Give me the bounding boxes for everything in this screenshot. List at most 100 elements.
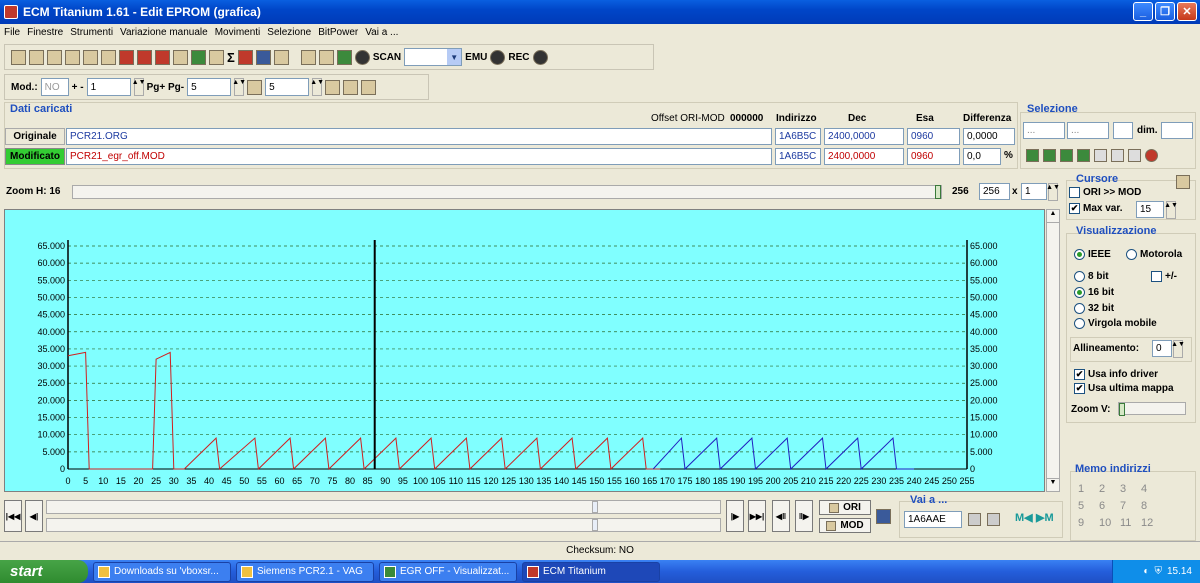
zoom-mult-spinner[interactable]: ▲▼ xyxy=(1046,183,1060,201)
paste-sel-icon[interactable] xyxy=(1111,149,1124,162)
memo-right-arrow-icon[interactable]: ▶M xyxy=(1036,511,1054,524)
memo-slot[interactable]: 4 xyxy=(1141,483,1162,495)
nav-first-button[interactable]: |◀◀ xyxy=(4,500,22,532)
ori-mod-option[interactable]: ORI >> MOD xyxy=(1069,187,1141,198)
start-button[interactable]: start xyxy=(0,560,88,583)
max-var-checkbox[interactable]: ✔ xyxy=(1069,203,1080,214)
max-var-spinner[interactable]: ▲▼ xyxy=(1164,201,1178,219)
max-var-option[interactable]: ✔ Max var. xyxy=(1069,203,1122,214)
usa-info-checkbox[interactable]: ✔ xyxy=(1074,369,1085,380)
modificato-indirizzo[interactable]: 1A6B5C xyxy=(775,148,821,165)
usa-ultima-option[interactable]: ✔ Usa ultima mappa xyxy=(1074,383,1174,394)
chevron-up-icon[interactable]: ▲ xyxy=(1047,210,1059,223)
menu-variazione-manuale[interactable]: Variazione manuale xyxy=(120,27,208,38)
menu-selezione[interactable]: Selezione xyxy=(267,27,311,38)
pg-spinner[interactable]: ▲▼ xyxy=(232,78,246,96)
16bit-radio[interactable] xyxy=(1074,287,1085,298)
memo-slot[interactable]: 7 xyxy=(1120,500,1141,512)
home-icon[interactable] xyxy=(11,49,26,65)
scan-label[interactable]: SCAN xyxy=(373,52,401,63)
goto-start-icon[interactable] xyxy=(968,513,981,526)
ieee-option[interactable]: IEEE xyxy=(1074,249,1111,260)
task-downloads[interactable]: Downloads su 'vboxsr... xyxy=(93,561,231,582)
pencil-icon[interactable] xyxy=(237,49,253,65)
nav-prev-button[interactable]: ◀| xyxy=(25,500,43,532)
hscroll-top-thumb[interactable] xyxy=(592,501,598,513)
originale-file[interactable]: PCR21.ORG xyxy=(66,128,772,145)
vai-input[interactable]: 1A6AAE xyxy=(904,511,962,528)
modificato-dec[interactable]: 2400,0000 xyxy=(824,148,904,165)
lock-cursor-icon[interactable] xyxy=(1176,175,1190,189)
nav-pause-right-button[interactable]: ‖▶ xyxy=(795,500,813,532)
memo-slot[interactable]: 9 xyxy=(1078,517,1099,529)
menu-bitpower[interactable]: BitPower xyxy=(318,27,358,38)
originale-dec[interactable]: 2400,0000 xyxy=(824,128,904,145)
chevron-down-icon[interactable]: ▼ xyxy=(1047,478,1059,491)
rec-label[interactable]: REC xyxy=(508,52,529,63)
memo-slot[interactable]: 12 xyxy=(1141,517,1162,529)
emu-dot-icon[interactable] xyxy=(490,49,506,65)
scan-select[interactable]: ▼ xyxy=(404,48,463,66)
originale-esa[interactable]: 0960 xyxy=(907,128,960,145)
virgola-option[interactable]: Virgola mobile xyxy=(1074,318,1157,329)
usa-info-option[interactable]: ✔ Usa info driver xyxy=(1074,369,1158,380)
zoom-mult-input[interactable]: 1 xyxy=(1021,183,1047,200)
close-button[interactable]: ✕ xyxy=(1177,2,1197,21)
p-icon[interactable] xyxy=(247,79,263,95)
move-sel-icon[interactable] xyxy=(1128,149,1141,162)
motorola-radio[interactable] xyxy=(1126,249,1137,260)
usa-ultima-checkbox[interactable]: ✔ xyxy=(1074,383,1085,394)
sum-icon[interactable]: Σ xyxy=(227,50,235,65)
copy-icon[interactable] xyxy=(29,49,44,65)
zoom-input[interactable]: 256 xyxy=(979,183,1010,200)
plug-icon[interactable] xyxy=(209,49,224,65)
menu-strumenti[interactable]: Strumenti xyxy=(70,27,113,38)
memo-slot[interactable]: 11 xyxy=(1120,517,1141,529)
memo-slot[interactable]: 6 xyxy=(1099,500,1120,512)
16bit-option[interactable]: 16 bit xyxy=(1074,287,1114,298)
modificato-esa[interactable]: 0960 xyxy=(907,148,960,165)
select-h-icon[interactable] xyxy=(1060,149,1073,162)
32bit-radio[interactable] xyxy=(1074,303,1085,314)
nav-last-button[interactable]: ▶▶| xyxy=(748,500,766,532)
copy-sel-icon[interactable] xyxy=(1094,149,1107,162)
menu-vai-a[interactable]: Vai a ... xyxy=(365,27,398,38)
hscroll-bottom-thumb[interactable] xyxy=(592,519,598,531)
task-ecm-titanium[interactable]: ECM Titanium xyxy=(522,561,660,582)
memo-slot[interactable]: 10 xyxy=(1099,517,1120,529)
network-icon[interactable] xyxy=(173,49,188,65)
hscroll-bottom[interactable] xyxy=(46,518,721,532)
emu-label[interactable]: EMU xyxy=(465,52,487,63)
ieee-radio[interactable] xyxy=(1074,249,1085,260)
dim-field[interactable] xyxy=(1161,122,1193,139)
pg-input[interactable]: 5 xyxy=(187,78,232,96)
selezione-extra[interactable] xyxy=(1113,122,1133,139)
save-icon[interactable] xyxy=(83,49,98,65)
maximize-button[interactable]: ❐ xyxy=(1155,2,1175,21)
table-icon[interactable] xyxy=(343,79,359,95)
memo-slot[interactable]: 2 xyxy=(1099,483,1120,495)
open-folder-icon[interactable] xyxy=(65,49,80,65)
lock-icon[interactable] xyxy=(318,49,334,65)
32bit-option[interactable]: 32 bit xyxy=(1074,303,1114,314)
p-spinner[interactable]: ▲▼ xyxy=(310,78,324,96)
memo-slot[interactable]: 1 xyxy=(1078,483,1099,495)
selezione-end[interactable]: ... xyxy=(1067,122,1109,139)
zoom-v-thumb[interactable] xyxy=(1119,403,1125,416)
virgola-radio[interactable] xyxy=(1074,318,1085,329)
check-icon[interactable] xyxy=(119,49,134,65)
motorola-option[interactable]: Motorola xyxy=(1126,249,1182,260)
lcd-icon[interactable] xyxy=(300,49,316,65)
calendar-icon[interactable] xyxy=(155,49,170,65)
menu-movimenti[interactable]: Movimenti xyxy=(215,27,261,38)
hscroll-top[interactable] xyxy=(46,500,721,514)
disk-icon[interactable] xyxy=(101,49,116,65)
max-var-input[interactable]: 15 xyxy=(1136,201,1164,218)
originale-differenza[interactable]: 0,0000 xyxy=(963,128,1015,145)
goto-end-icon[interactable] xyxy=(987,513,1000,526)
goto-mod-button[interactable]: MOD xyxy=(819,518,871,533)
menu-file[interactable]: File xyxy=(4,27,20,38)
zoom-v-slider[interactable] xyxy=(1118,402,1186,416)
select-u-icon[interactable] xyxy=(1026,149,1039,162)
plusminus-spinner[interactable]: ▲▼ xyxy=(132,78,146,96)
